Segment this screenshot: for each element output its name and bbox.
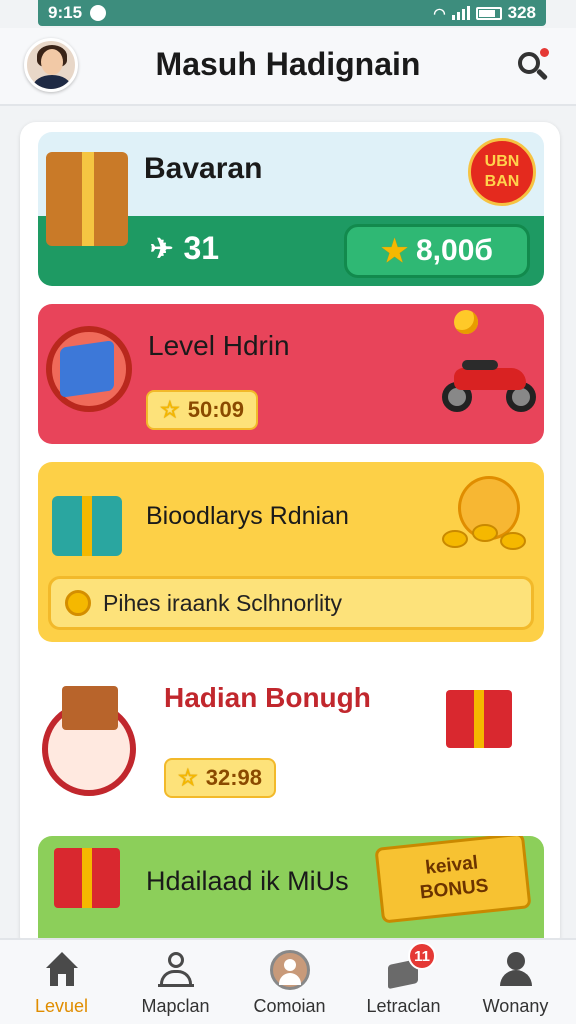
page-title: Masuh Hadignain	[155, 46, 421, 82]
star-value-button[interactable]: ★ 8,00б	[344, 224, 530, 278]
motorcycle-frame	[454, 368, 526, 390]
bottom-navigation: Levuel Mapclan Comoian 11 Letraclan Wona…	[0, 938, 576, 1024]
motorcycle-icon	[442, 344, 538, 414]
battery-level: 328	[507, 3, 536, 22]
nav-item-comoian[interactable]: Comoian	[232, 940, 347, 1024]
motorcycle-seat	[462, 360, 498, 370]
info-banner[interactable]: Pihes iraank Sclhnorlity	[48, 576, 534, 630]
notification-badge: 11	[408, 942, 436, 970]
blue-box-icon	[60, 340, 114, 398]
star-icon: ☆	[178, 765, 198, 790]
reward-card-mius[interactable]: Hdailaad ik MiUs keival BONUS	[38, 836, 544, 952]
red-gift-icon	[446, 690, 512, 748]
card-title: Level Hdrin	[148, 330, 290, 361]
nav-label: Levuel	[34, 996, 89, 1016]
card-title: Hdailaad ik MiUs	[146, 866, 349, 896]
status-indicators: ◠ 328	[433, 3, 536, 23]
star-value: 8,00б	[415, 234, 493, 267]
wifi-icon: ◠	[433, 4, 446, 21]
reward-card-bioodlarys[interactable]: Bioodlarys Rdnian Pihes iraank Sclhnorli…	[38, 462, 544, 642]
ubn-ban-badge: UBN BAN	[468, 138, 536, 206]
status-bar-strip: 9:15 ◠ 328	[38, 0, 546, 26]
nav-label: Comoian	[253, 996, 326, 1016]
profile-photo-icon	[270, 950, 310, 990]
coin-icon	[65, 590, 91, 616]
reward-list: Bavaran UBN BAN ✈ 31 ★ 8,00б Level Hdrin…	[20, 122, 560, 952]
yellow-balloon-icon	[454, 310, 478, 334]
banner-text: Pihes iraank Sclhnorlity	[103, 589, 343, 616]
home-icon	[42, 950, 82, 990]
nav-item-wonany[interactable]: Wonany	[458, 940, 573, 1024]
star-icon: ☆	[160, 397, 180, 422]
reward-card-hadian-bonus[interactable]: Hadian Bonugh ☆ 32:98	[38, 662, 544, 822]
card-title: Bavaran	[144, 152, 263, 185]
nav-label: Letraclan	[366, 996, 441, 1016]
level-value: 50:09	[187, 397, 245, 422]
gift-ribbon-icon	[82, 152, 94, 246]
plane-icon: ✈	[150, 233, 174, 264]
signal-icon	[451, 6, 470, 20]
search-icon-handle	[535, 68, 549, 81]
nav-label: Mapclan	[141, 996, 210, 1016]
star-icon: ★	[381, 234, 408, 268]
treasure-box-icon	[62, 686, 118, 730]
level-value-chip: ☆ 50:09	[146, 390, 259, 430]
teal-gift-icon	[52, 496, 122, 556]
card-title: Bioodlarys Rdnian	[146, 502, 349, 530]
reward-card-level[interactable]: Level Hdrin ☆ 50:09	[38, 304, 544, 444]
nav-item-levuel[interactable]: Levuel	[4, 940, 119, 1024]
nav-item-mapclan[interactable]: Mapclan	[118, 940, 233, 1024]
battery-icon	[475, 6, 502, 20]
coin-pile-icon	[442, 522, 532, 552]
search-button[interactable]	[514, 48, 554, 88]
status-time: 9:15	[48, 3, 83, 22]
notification-dot-icon	[90, 5, 107, 21]
nav-label: Wonany	[482, 996, 549, 1016]
bonus-value-chip: ☆ 32:98	[164, 758, 277, 798]
status-bar: 9:15 ◠ 328	[0, 0, 576, 28]
bonus-banner: keival BONUS	[374, 836, 532, 924]
plane-stat-value: 31	[183, 230, 220, 266]
red-gift-icon	[54, 848, 120, 908]
reward-card-bavaran[interactable]: Bavaran UBN BAN ✈ 31 ★ 8,00б	[38, 132, 544, 286]
bonus-value: 32:98	[205, 765, 263, 790]
box-icon: 11	[384, 942, 436, 990]
search-notification-dot	[540, 48, 549, 57]
card-title: Hadian Bonugh	[164, 682, 371, 713]
nav-item-letraclan[interactable]: 11 Letraclan	[346, 940, 461, 1024]
person-icon	[156, 950, 196, 990]
plane-stat: ✈ 31	[150, 230, 219, 267]
user-icon	[496, 950, 536, 990]
app-bar: Masuh Hadignain	[0, 28, 576, 106]
